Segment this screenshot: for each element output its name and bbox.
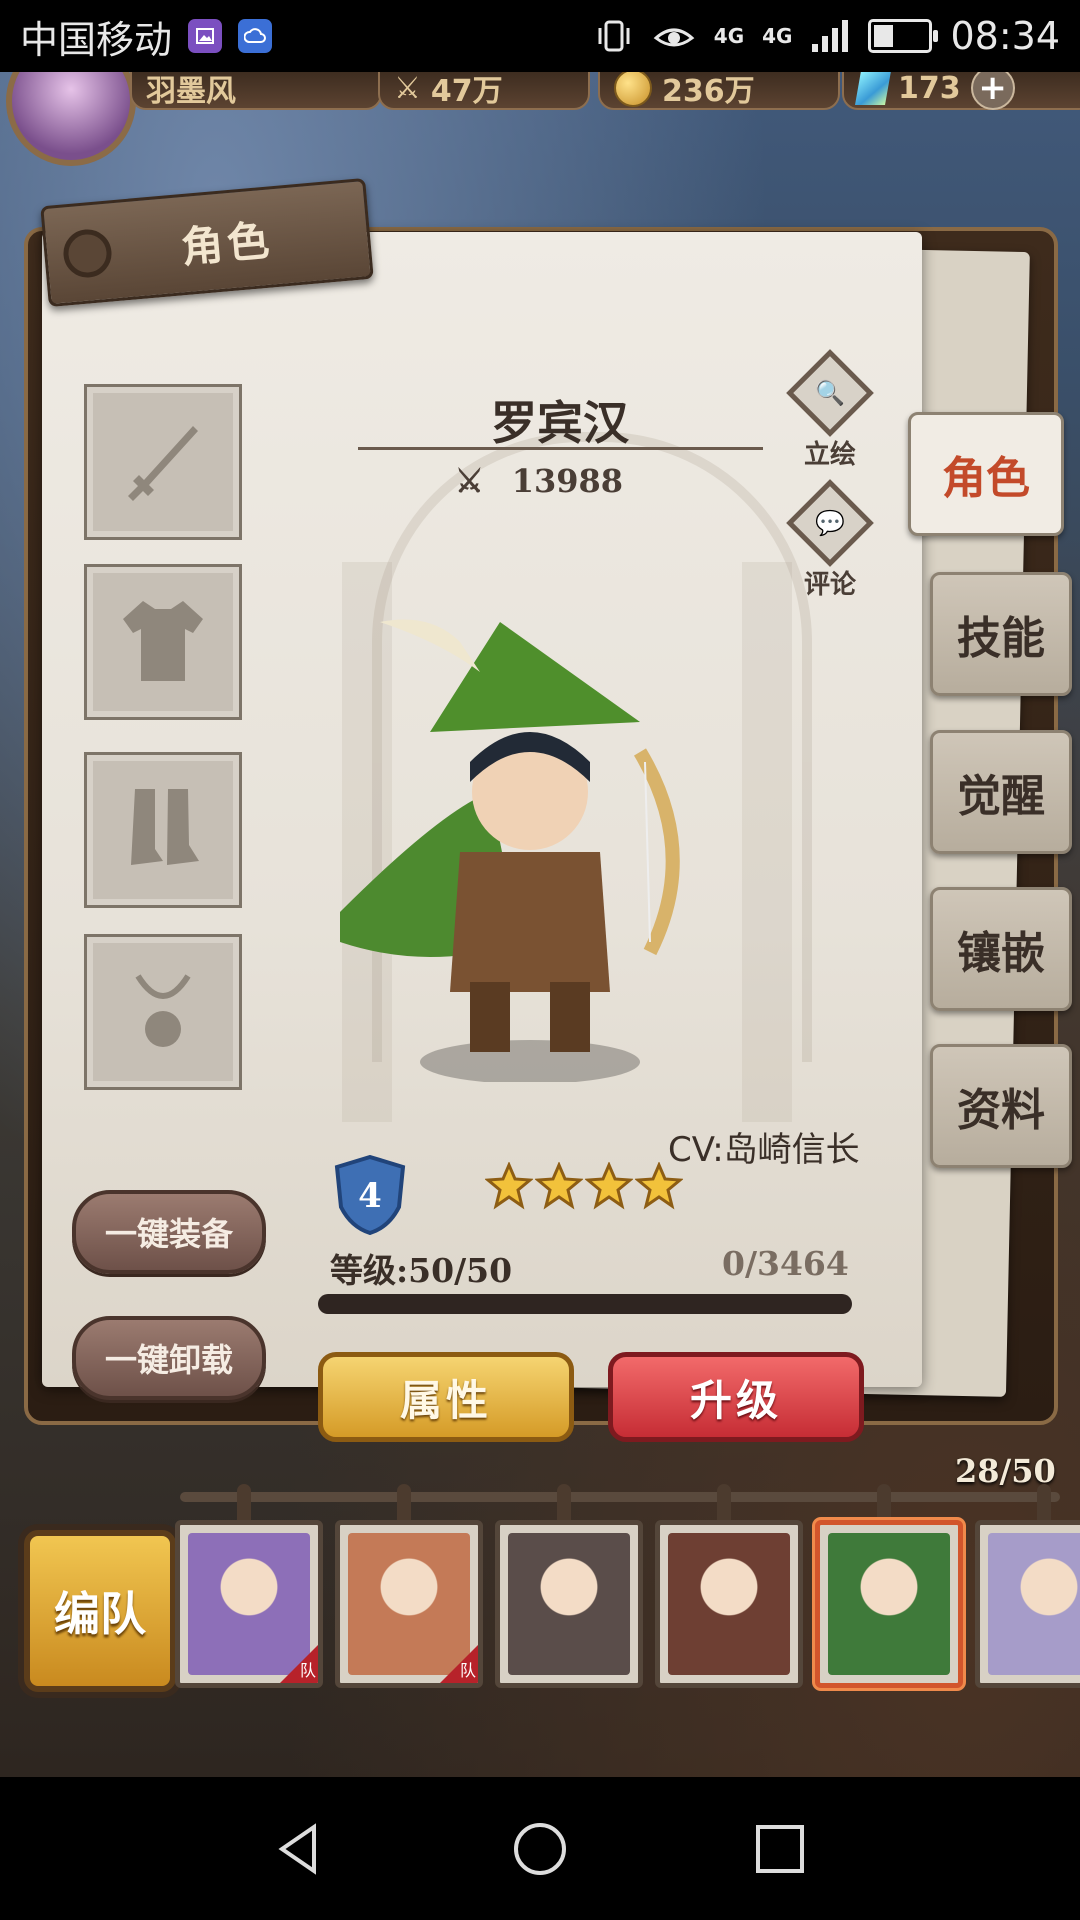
stamina-value: 47万 <box>430 74 503 109</box>
character-portrait <box>188 1533 310 1675</box>
name-divider <box>358 447 763 450</box>
equip-all-button[interactable]: 一键装备 <box>72 1190 266 1274</box>
comment-label: 评论 <box>803 570 856 600</box>
recents-icon[interactable] <box>750 1819 810 1879</box>
exp-bar <box>318 1294 852 1314</box>
roster-card-2[interactable]: 队 <box>335 1520 483 1688</box>
tab-profile[interactable]: 资料 <box>930 1044 1072 1168</box>
roster-card-5[interactable] <box>815 1520 963 1688</box>
star-icon <box>585 1162 633 1210</box>
star-rating <box>485 1162 683 1210</box>
gallery-app-icon <box>188 19 223 53</box>
power-display: ⚔ 13988 <box>455 462 623 500</box>
weapon-slot[interactable] <box>84 384 242 540</box>
team-formation-button[interactable]: 编队 <box>24 1530 176 1692</box>
tab-skills[interactable]: 技能 <box>930 572 1072 696</box>
stamina-counter: ⚔ 47万 <box>378 72 590 110</box>
comment-button[interactable]: 💬 评论 <box>786 479 874 601</box>
network-type-1: 4G <box>713 24 745 48</box>
coin-icon <box>614 72 652 107</box>
resource-bar: 羽墨风 ⚔ 47万 236万 173 + <box>0 72 1080 166</box>
tab-character[interactable]: 角色 <box>908 412 1064 536</box>
gem-counter: 173 + <box>842 72 1080 110</box>
roster-card-1[interactable]: 队 <box>175 1520 323 1688</box>
battery-icon <box>868 19 939 53</box>
gem-icon <box>855 72 891 105</box>
roster-rail <box>180 1492 1060 1502</box>
add-gems-button[interactable]: + <box>970 72 1015 110</box>
rank-shield-icon: 4 <box>334 1155 406 1235</box>
voice-actor: CV:岛崎信长 <box>668 1130 860 1170</box>
carrier-name: 中国移动 <box>20 17 173 62</box>
roster-card-4[interactable] <box>655 1520 803 1688</box>
power-value: 13988 <box>511 462 624 500</box>
rank-number: 4 <box>358 1176 382 1216</box>
game-scene: 羽墨风 ⚔ 47万 236万 173 + 角色 罗宾汉 ⚔ 13988 🔍 立绘… <box>0 72 1080 1777</box>
portrait-label: 立绘 <box>803 440 856 470</box>
star-icon <box>635 1162 683 1210</box>
home-icon[interactable] <box>510 1819 570 1879</box>
status-bar: 中国移动 4G 4G 08:34 <box>0 0 1080 72</box>
eye-comfort-icon <box>653 28 695 47</box>
player-name-plate: 羽墨风 <box>130 72 382 110</box>
tab-awaken[interactable]: 觉醒 <box>930 730 1072 854</box>
character-portrait <box>668 1533 790 1675</box>
necklace-icon <box>135 974 191 1047</box>
signal-icon <box>812 20 849 52</box>
tab-inlay[interactable]: 镶嵌 <box>930 887 1072 1011</box>
gold-value: 236万 <box>662 74 755 109</box>
sword-icon <box>128 426 198 501</box>
player-avatar[interactable] <box>6 72 136 166</box>
character-name: 罗宾汉 <box>491 396 629 450</box>
character-portrait <box>348 1533 470 1675</box>
star-icon <box>535 1162 583 1210</box>
gold-counter: 236万 <box>598 72 840 110</box>
character-portrait <box>988 1533 1080 1675</box>
character-portrait <box>828 1533 950 1675</box>
panel-title: 角色 <box>179 215 276 273</box>
swords-icon: ⚔ <box>394 72 421 106</box>
roster-card-3[interactable] <box>495 1520 643 1688</box>
boots-icon <box>131 789 199 865</box>
crossed-swords-icon: ⚔ <box>455 462 484 500</box>
ring-icon <box>61 227 114 280</box>
speech-bubble-icon: 💬 <box>786 479 874 567</box>
star-icon <box>485 1162 533 1210</box>
clock: 08:34 <box>950 14 1060 58</box>
accessory-slot[interactable] <box>84 934 242 1090</box>
exp-text: 0/3464 <box>722 1244 849 1283</box>
armor-icon <box>123 601 203 681</box>
system-nav-bar <box>0 1777 1080 1920</box>
character-portrait <box>508 1533 630 1675</box>
unequip-all-button[interactable]: 一键卸载 <box>72 1316 266 1400</box>
boots-slot[interactable] <box>84 752 242 908</box>
cloud-app-icon <box>238 19 273 53</box>
vibrate-icon <box>598 20 630 52</box>
armor-slot[interactable] <box>84 564 242 720</box>
upgrade-button[interactable]: 升级 <box>608 1352 864 1442</box>
portrait-button[interactable]: 🔍 立绘 <box>786 349 874 471</box>
level-text: 等级:50/50 <box>330 1251 513 1290</box>
gem-value: 173 <box>898 72 961 106</box>
network-type-2: 4G <box>762 24 793 48</box>
magnifier-icon: 🔍 <box>786 349 874 437</box>
character-sprite <box>340 619 680 1082</box>
player-name: 羽墨风 <box>146 74 236 109</box>
back-icon[interactable] <box>270 1819 330 1879</box>
roster-card-6[interactable] <box>975 1520 1080 1688</box>
attributes-button[interactable]: 属性 <box>318 1352 574 1442</box>
